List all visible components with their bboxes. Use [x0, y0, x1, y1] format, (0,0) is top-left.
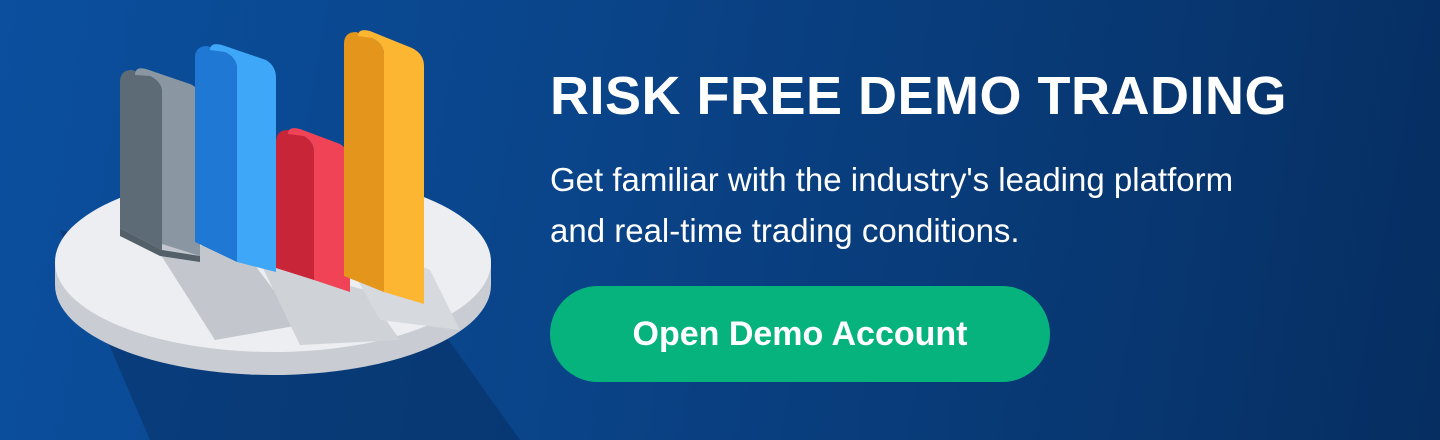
open-demo-account-button[interactable]: Open Demo Account	[550, 286, 1050, 382]
banner-content: RISK FREE DEMO TRADING Get familiar with…	[550, 62, 1410, 256]
subtext-line-2: and real-time trading conditions.	[550, 212, 1020, 249]
subtext: Get familiar with the industry's leading…	[550, 154, 1350, 256]
bar-orange	[344, 30, 424, 304]
headline: RISK FREE DEMO TRADING	[550, 66, 1288, 126]
bar-red	[276, 128, 350, 292]
bar-chart-on-platform-icon	[55, 30, 520, 440]
promo-banner: RISK FREE DEMO TRADING Get familiar with…	[0, 0, 1440, 440]
bar-gray	[120, 68, 200, 262]
bar-blue	[195, 44, 276, 272]
subtext-line-1: Get familiar with the industry's leading…	[550, 161, 1234, 198]
